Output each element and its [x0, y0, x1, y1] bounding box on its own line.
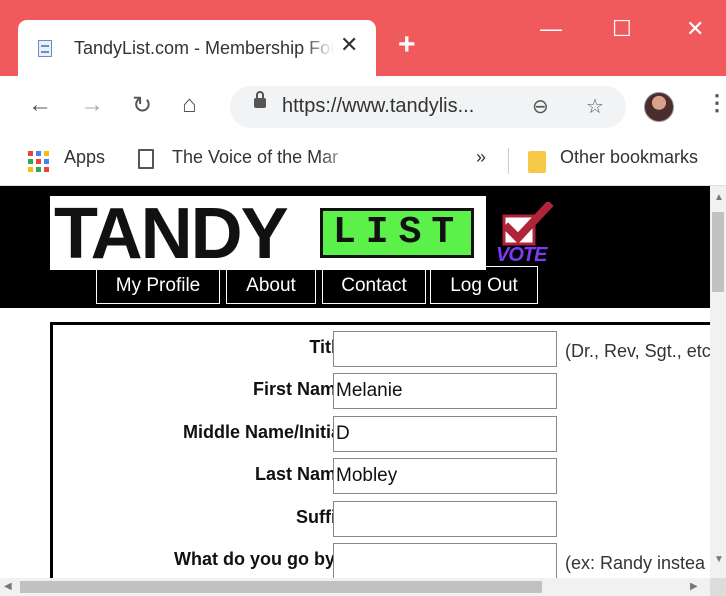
bookmark-other-bookmarks[interactable]: Other bookmarks [560, 147, 698, 168]
browser-menu-icon[interactable]: ⋮ [706, 92, 726, 114]
title-hint: (Dr., Rev, Sgt., etc [565, 341, 710, 361]
go-by-hint: (ex: Randy instea [565, 553, 706, 573]
browser-tab[interactable]: TandyList.com - Membership Form ✕ [18, 20, 376, 76]
go-by-label: What do you go by? [174, 549, 346, 569]
tab-close-icon[interactable]: ✕ [340, 32, 358, 58]
middle-name-label: Middle Name/Initial [182, 422, 346, 442]
scroll-left-icon[interactable]: ◀ [4, 581, 12, 592]
go-by-input[interactable] [333, 543, 557, 578]
url-text[interactable]: https://www.tandylis... [282, 95, 474, 118]
window-close-icon[interactable]: ✕ [686, 16, 704, 42]
bookmark-voice-of-the-mar[interactable]: The Voice of the Mar [172, 147, 356, 168]
first-name-input[interactable]: Melanie [333, 373, 557, 409]
folder-icon [528, 151, 546, 173]
bookmarks-bar: Apps The Voice of the Mar » Other bookma… [0, 138, 726, 186]
vote-label: VOTE [496, 244, 547, 266]
vertical-scroll-thumb[interactable] [712, 212, 724, 292]
nav-my-profile-button[interactable]: My Profile [96, 266, 220, 304]
nav-about-button[interactable]: About [226, 266, 316, 304]
title-input[interactable] [333, 331, 557, 367]
browser-toolbar: ← → ↻ ⌂ https://www.tandylis... ⊖ ☆ ⋮ [0, 76, 726, 138]
middle-name-input[interactable]: D [333, 416, 557, 452]
suffix-input[interactable] [333, 501, 557, 537]
nav-log-out-button[interactable]: Log Out [430, 266, 538, 304]
vote-checkmark-icon [502, 202, 554, 246]
scroll-right-icon[interactable]: ▶ [690, 581, 698, 592]
bookmarks-divider [508, 148, 509, 174]
new-tab-icon[interactable]: + [398, 30, 416, 60]
logo-tandy-text: TANDY [54, 194, 289, 274]
page-favicon-icon [38, 40, 52, 57]
forward-arrow-icon[interactable]: → [80, 91, 104, 119]
minimize-icon[interactable]: — [540, 16, 562, 42]
horizontal-scrollbar[interactable]: ◀ ▶ [0, 578, 710, 596]
reload-icon[interactable]: ↻ [132, 91, 152, 120]
document-icon [138, 149, 154, 169]
site-logo[interactable]: TANDY LIST [50, 194, 486, 274]
scroll-down-icon[interactable]: ▼ [714, 554, 724, 565]
zoom-icon[interactable]: ⊖ [532, 94, 549, 119]
site-header: TANDY LIST VOTE My Profile About Contact… [0, 186, 710, 308]
membership-form: Title (Dr., Rev, Sgt., etc First Name Me… [50, 322, 710, 578]
tab-title: TandyList.com - Membership Form [74, 38, 334, 58]
profile-avatar[interactable] [644, 92, 674, 122]
apps-grid-icon[interactable] [28, 151, 50, 173]
vertical-scrollbar[interactable]: ▲ ▼ [710, 186, 726, 578]
bookmark-apps[interactable]: Apps [64, 147, 105, 168]
address-bar[interactable]: https://www.tandylis... ⊖ ☆ [230, 86, 626, 128]
page-viewport: TANDY LIST VOTE My Profile About Contact… [0, 186, 710, 578]
logo-list-text: LIST [320, 208, 474, 258]
back-arrow-icon[interactable]: ← [28, 91, 52, 119]
scrollbar-corner [710, 578, 726, 596]
browser-titlebar: TandyList.com - Membership Form ✕ + — ☐ … [0, 0, 726, 76]
nav-contact-button[interactable]: Contact [322, 266, 426, 304]
horizontal-scroll-thumb[interactable] [20, 581, 542, 593]
lock-icon[interactable] [254, 91, 266, 108]
maximize-icon[interactable]: ☐ [612, 16, 632, 42]
scroll-up-icon[interactable]: ▲ [714, 192, 724, 203]
bookmark-star-icon[interactable]: ☆ [586, 94, 604, 119]
bookmarks-overflow-icon[interactable]: » [476, 147, 486, 168]
last-name-input[interactable]: Mobley [333, 458, 557, 494]
home-icon[interactable]: ⌂ [182, 91, 197, 119]
